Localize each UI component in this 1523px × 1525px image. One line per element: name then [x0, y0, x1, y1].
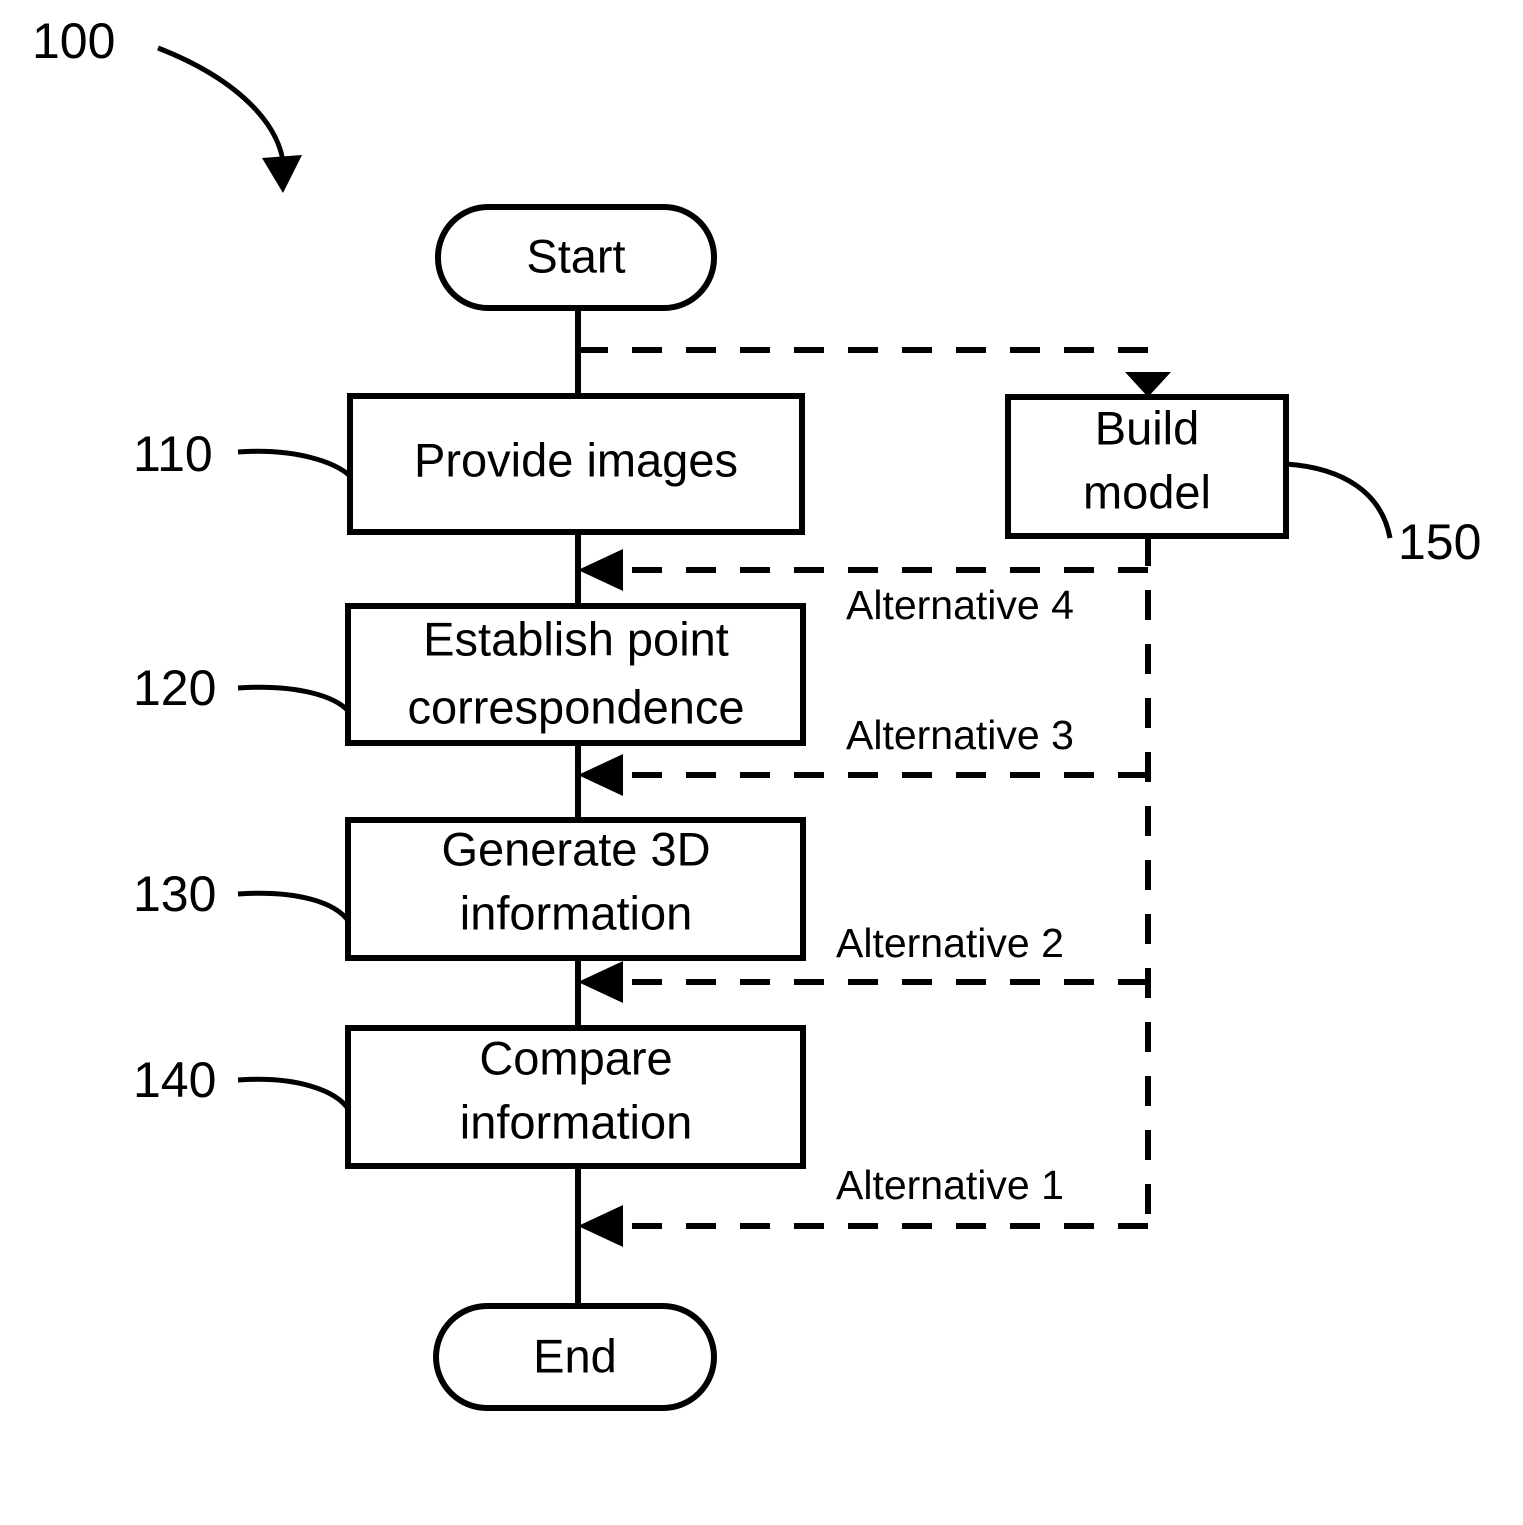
- build-model-label-line2: model: [1083, 465, 1211, 518]
- reference-120-label: 120: [133, 660, 216, 716]
- generate-label-line2: information: [460, 886, 693, 939]
- node-provide-images[interactable]: Provide images: [347, 393, 805, 535]
- compare-label-line2: information: [460, 1095, 693, 1148]
- reference-130-leader: [237, 890, 352, 924]
- node-establish-point-correspondence[interactable]: Establish point correspondence: [345, 603, 806, 746]
- alternative-3-label: Alternative 3: [846, 712, 1074, 758]
- dashed-branch-to-build-model: [578, 347, 1171, 397]
- node-compare-information[interactable]: Compare information: [345, 1025, 806, 1169]
- establish-label-line1: Establish point: [423, 612, 729, 665]
- reference-150-group: 150: [1285, 461, 1481, 570]
- node-end[interactable]: End: [433, 1303, 717, 1411]
- figure-canvas: 100 Start Provide images 110 Build model…: [0, 0, 1523, 1525]
- reference-130-label: 130: [133, 866, 216, 922]
- reference-140-label: 140: [133, 1052, 216, 1108]
- node-build-model[interactable]: Build model: [1005, 394, 1289, 539]
- alternative-2-label: Alternative 2: [836, 920, 1064, 966]
- alternative-4-label: Alternative 4: [846, 582, 1074, 628]
- reference-120-group: 120: [133, 660, 351, 716]
- reference-110-leader: [237, 448, 352, 478]
- alternative-4-arrowhead: [578, 549, 623, 591]
- figure-leader-arrowhead: [262, 155, 302, 193]
- reference-140-group: 140: [133, 1052, 352, 1112]
- node-generate-3d-information[interactable]: Generate 3D information: [345, 817, 806, 961]
- figure-leader-line: [157, 45, 287, 186]
- build-model-label-line1: Build: [1095, 401, 1200, 454]
- reference-130-group: 130: [133, 866, 352, 924]
- build-model-arrowhead: [1125, 372, 1171, 397]
- reference-150-label: 150: [1398, 514, 1481, 570]
- start-label: Start: [526, 229, 625, 282]
- dashed-path-start-to-build: [578, 347, 1151, 372]
- alternative-2-arrowhead: [578, 961, 623, 1003]
- reference-120-leader: [237, 684, 351, 714]
- generate-label-line1: Generate 3D: [441, 822, 710, 875]
- alternative-1-label: Alternative 1: [836, 1162, 1064, 1208]
- alternative-1-arrowhead: [578, 1205, 623, 1247]
- provide-images-label: Provide images: [414, 433, 738, 486]
- reference-150-leader: [1285, 461, 1393, 539]
- flowchart-svg: 100 Start Provide images 110 Build model…: [32, 13, 1481, 1411]
- figure-number-label: 100: [32, 13, 115, 69]
- alternative-3-arrowhead: [578, 754, 623, 796]
- compare-label-line1: Compare: [479, 1031, 672, 1084]
- figure-reference-group: 100: [32, 13, 302, 193]
- alternative-1-arrow-group: Alternative 1: [578, 1162, 1148, 1247]
- establish-label-line2: correspondence: [407, 680, 744, 733]
- node-start[interactable]: Start: [435, 204, 717, 311]
- end-label: End: [533, 1329, 617, 1382]
- reference-110-label: 110: [133, 426, 213, 482]
- reference-110-group: 110: [133, 426, 352, 482]
- reference-140-leader: [237, 1076, 352, 1112]
